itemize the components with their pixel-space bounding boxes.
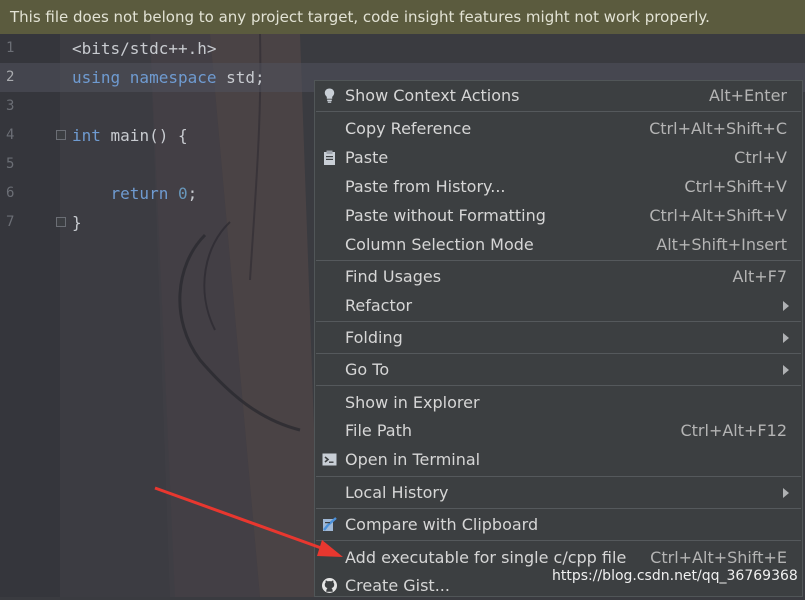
- submenu-arrow-icon: [783, 333, 789, 343]
- menu-item-label: Local History: [345, 483, 449, 502]
- menu-item-shortcut: Ctrl+Shift+V: [684, 177, 787, 196]
- menu-item-paste-from-history[interactable]: Paste from History... Ctrl+Shift+V: [315, 172, 802, 201]
- editor-context-menu: Show Context Actions Alt+Enter Copy Refe…: [314, 80, 803, 597]
- menu-separator: [316, 540, 801, 541]
- submenu-arrow-icon: [783, 488, 789, 498]
- terminal-icon: [322, 453, 337, 466]
- menu-item-go-to[interactable]: Go To: [315, 355, 802, 384]
- code-text: int main() {: [72, 126, 188, 145]
- line-number: 3: [6, 98, 15, 114]
- menu-item-label: Paste: [345, 148, 389, 167]
- clipboard-icon: [324, 150, 335, 165]
- fold-toggle-icon[interactable]: [56, 130, 66, 140]
- watermark-url: https://blog.csdn.net/qq_36769368: [552, 568, 798, 584]
- bulb-icon: [324, 88, 335, 103]
- fold-end-icon[interactable]: [56, 217, 66, 227]
- menu-item-shortcut: Alt+Enter: [708, 86, 787, 105]
- menu-item-label: Paste from History...: [345, 177, 506, 196]
- menu-item-shortcut: Alt+Shift+Insert: [656, 235, 787, 254]
- banner-text: This file does not belong to any project…: [10, 8, 710, 26]
- menu-item-label: Folding: [345, 328, 403, 347]
- menu-separator: [316, 385, 801, 386]
- menu-item-label: Go To: [345, 360, 390, 379]
- menu-item-find-usages[interactable]: Find Usages Alt+F7: [315, 262, 802, 291]
- menu-item-shortcut: Ctrl+V: [734, 148, 787, 167]
- menu-separator: [316, 476, 801, 477]
- menu-item-file-path[interactable]: File Path Ctrl+Alt+F12: [315, 416, 802, 445]
- code-text: <bits/stdc++.h>: [72, 39, 217, 58]
- menu-item-show-context-actions[interactable]: Show Context Actions Alt+Enter: [315, 81, 802, 110]
- line-number: 1: [6, 40, 15, 56]
- line-number: 5: [6, 156, 15, 172]
- line-number: 6: [6, 185, 15, 201]
- menu-item-label: Find Usages: [345, 267, 442, 286]
- code-line[interactable]: 1 <bits/stdc++.h>: [0, 34, 805, 63]
- code-text: using namespace std;: [72, 68, 265, 87]
- menu-item-shortcut: Ctrl+Alt+F12: [680, 421, 787, 440]
- menu-item-column-selection-mode[interactable]: Column Selection Mode Alt+Shift+Insert: [315, 230, 802, 259]
- menu-item-label: Column Selection Mode: [345, 235, 534, 254]
- menu-item-show-in-explorer[interactable]: Show in Explorer: [315, 388, 802, 417]
- menu-item-paste-without-formatting[interactable]: Paste without Formatting Ctrl+Alt+Shift+…: [315, 201, 802, 230]
- menu-item-label: Create Gist...: [345, 576, 450, 595]
- menu-item-shortcut: Ctrl+Alt+Shift+V: [649, 206, 787, 225]
- compare-icon: [323, 517, 337, 531]
- menu-item-local-history[interactable]: Local History: [315, 478, 802, 507]
- menu-item-folding[interactable]: Folding: [315, 323, 802, 352]
- submenu-arrow-icon: [783, 301, 789, 311]
- menu-item-label: Copy Reference: [345, 119, 472, 138]
- menu-item-copy-reference[interactable]: Copy Reference Ctrl+Alt+Shift+C: [315, 114, 802, 143]
- menu-item-label: Refactor: [345, 296, 413, 315]
- menu-item-paste[interactable]: Paste Ctrl+V: [315, 143, 802, 172]
- menu-item-shortcut: Ctrl+Alt+Shift+C: [649, 119, 787, 138]
- menu-item-label: Show Context Actions: [345, 86, 520, 105]
- menu-item-shortcut: Alt+F7: [732, 267, 787, 286]
- menu-item-compare-with-clipboard[interactable]: Compare with Clipboard: [315, 510, 802, 539]
- github-icon: [322, 578, 337, 593]
- submenu-arrow-icon: [783, 365, 789, 375]
- menu-item-label: File Path: [345, 421, 413, 440]
- menu-item-label: Open in Terminal: [345, 450, 481, 469]
- code-text: return 0;: [72, 184, 198, 203]
- line-number: 4: [6, 127, 15, 143]
- file-not-in-project-warning-banner: This file does not belong to any project…: [0, 0, 805, 34]
- menu-item-refactor[interactable]: Refactor: [315, 291, 802, 320]
- menu-separator: [316, 260, 801, 261]
- menu-item-label: Show in Explorer: [345, 393, 480, 412]
- menu-item-label: Compare with Clipboard: [345, 515, 539, 534]
- menu-item-label: Paste without Formatting: [345, 206, 546, 225]
- menu-separator: [316, 353, 801, 354]
- menu-separator: [316, 321, 801, 322]
- menu-item-open-in-terminal[interactable]: Open in Terminal: [315, 445, 802, 474]
- line-number: 2: [6, 69, 15, 85]
- menu-separator: [316, 508, 801, 509]
- code-text: }: [72, 213, 82, 232]
- line-number: 7: [6, 214, 15, 230]
- menu-separator: [316, 111, 801, 112]
